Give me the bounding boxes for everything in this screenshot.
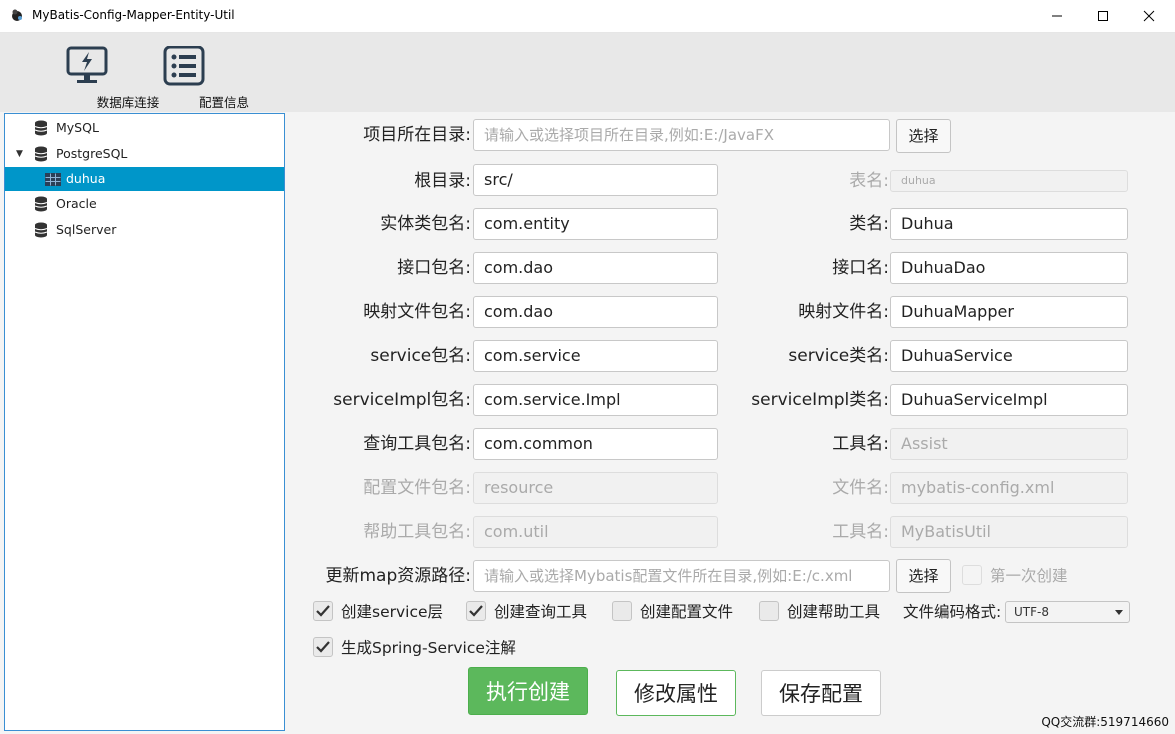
project-dir-choose-button[interactable]: 选择 [896,119,951,153]
mapper-name-label: 映射文件名: [798,302,889,322]
config-info-label: 配置信息 [198,95,249,110]
root-dir-input[interactable]: src/ [473,164,718,196]
chevron-down-icon [1115,610,1123,615]
tree-item-duhua[interactable]: duhua [5,167,284,191]
tree-item-postgresql[interactable]: ▼ PostgreSQL [5,142,284,166]
table-icon [45,173,61,186]
toolbar: 数据库连接 配置信息 [0,33,1175,112]
table-name-label: 表名: [849,171,889,191]
mapper-name-input[interactable]: DuhuaMapper [890,296,1128,328]
check-icon [313,637,333,657]
app-logo-icon [12,9,22,21]
service-pkg-input[interactable]: com.service [473,340,718,372]
tree-item-label: MySQL [56,120,99,135]
service-name-label: service类名: [788,346,889,366]
database-icon [34,196,48,212]
map-path-label: 更新map资源路径: [325,566,472,586]
database-icon [34,222,48,238]
tree-item-label: Oracle [56,196,97,211]
dao-pkg-label: 接口包名: [397,258,471,278]
serviceimpl-name-input[interactable]: DuhuaServiceImpl [890,384,1128,416]
first-create-label: 第一次创建 [990,567,1068,585]
helper-pkg-label: 帮助工具包名: [363,522,471,542]
spring-annotation-label: 生成Spring-Service注解 [341,639,516,657]
close-button[interactable] [1127,0,1173,32]
mapper-pkg-label: 映射文件包名: [363,302,471,322]
minimize-icon [1052,15,1062,17]
tree-item-sqlserver[interactable]: SqlServer [5,218,284,242]
root-dir-label: 根目录: [414,171,471,191]
database-icon [34,146,48,162]
map-path-input[interactable]: 请输入或选择Mybatis配置文件所在目录,例如:E:/c.xml [473,560,890,592]
modify-button[interactable]: 修改属性 [616,670,736,716]
checkbox-box [759,601,779,621]
serviceimpl-pkg-input[interactable]: com.service.Impl [473,384,718,416]
map-path-choose-button[interactable]: 选择 [896,559,951,593]
mapper-pkg-input[interactable]: com.dao [473,296,718,328]
tree-item-label: duhua [66,171,106,186]
table-name-input: duhua [890,170,1128,192]
project-dir-label: 项目所在目录: [363,125,471,145]
file-name-label: 文件名: [832,478,889,498]
query-pkg-input[interactable]: com.common [473,428,718,460]
maximize-button[interactable] [1081,0,1127,32]
entity-pkg-label: 实体类包名: [380,214,471,234]
tool-name-label: 工具名: [832,434,889,454]
execute-button[interactable]: 执行创建 [468,667,588,715]
database-tree[interactable]: MySQL ▼ PostgreSQL duhua Oracle SqlServe… [4,113,285,731]
check-icon [313,601,333,621]
database-icon [34,120,48,136]
encoding-label: 文件编码格式: [903,603,1002,621]
maximize-icon [1098,11,1108,21]
tree-item-label: SqlServer [56,222,117,237]
helper-name-label: 工具名: [832,522,889,542]
tree-item-oracle[interactable]: Oracle [5,192,284,216]
dao-name-input[interactable]: DuhuaDao [890,252,1128,284]
serviceimpl-pkg-label: serviceImpl包名: [333,390,471,410]
close-icon [1143,10,1155,22]
helper-pkg-input: com.util [473,516,718,548]
dao-name-label: 接口名: [832,258,889,278]
tree-item-mysql[interactable]: MySQL [5,116,284,140]
service-pkg-label: service包名: [370,346,471,366]
project-dir-input[interactable]: 请输入或选择项目所在目录,例如:E:/JavaFX [473,119,890,151]
create-helper-tool-label: 创建帮助工具 [787,603,881,621]
expand-arrow-icon[interactable]: ▼ [16,142,23,166]
create-config-file-label: 创建配置文件 [640,603,734,621]
config-pkg-label: 配置文件包名: [363,478,471,498]
encoding-select[interactable]: UTF-8 [1005,601,1130,623]
helper-name-input: MyBatisUtil [890,516,1128,548]
title-bar: MyBatis-Config-Mapper-Entity-Util [0,0,1175,33]
window-title: MyBatis-Config-Mapper-Entity-Util [32,8,235,22]
monitor-lightning-icon [66,46,108,83]
class-name-label: 类名: [849,214,889,234]
create-service-label: 创建service层 [341,603,444,621]
list-icon [163,46,205,86]
class-name-input[interactable]: Duhua [890,208,1128,240]
qq-group-text: QQ交流群:519714660 [1041,715,1169,729]
tree-item-label: PostgreSQL [56,146,128,161]
minimize-button[interactable] [1035,0,1081,32]
save-config-button[interactable]: 保存配置 [761,670,881,716]
checkbox-box [962,565,982,585]
service-name-input[interactable]: DuhuaService [890,340,1128,372]
file-name-input: mybatis-config.xml [890,472,1128,504]
db-connect-button[interactable]: 数据库连接 [48,33,159,112]
checkbox-box [612,601,632,621]
entity-pkg-input[interactable]: com.entity [473,208,718,240]
serviceimpl-name-label: serviceImpl类名: [751,390,889,410]
query-pkg-label: 查询工具包名: [363,434,471,454]
config-info-button[interactable]: 配置信息 [144,33,249,112]
dao-pkg-input[interactable]: com.dao [473,252,718,284]
config-pkg-input: resource [473,472,718,504]
check-icon [466,601,486,621]
tool-name-input: Assist [890,428,1128,460]
encoding-value: UTF-8 [1014,605,1049,619]
create-query-tool-label: 创建查询工具 [494,603,588,621]
